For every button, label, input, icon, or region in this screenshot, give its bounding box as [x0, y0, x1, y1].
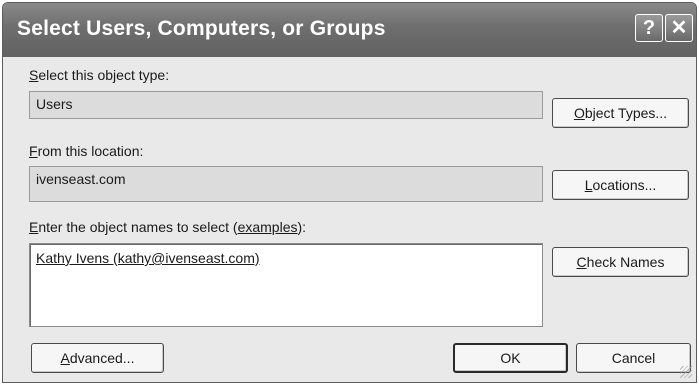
object-type-label: Select this object type:: [29, 67, 170, 83]
object-type-field: Users: [29, 91, 543, 119]
check-names-button[interactable]: Check Names: [552, 247, 689, 277]
locations-button[interactable]: Locations...: [552, 170, 689, 200]
close-button[interactable]: ✕: [665, 14, 693, 42]
close-icon: ✕: [670, 17, 688, 39]
title-bar[interactable]: Select Users, Computers, or Groups ? ✕: [3, 3, 696, 57]
examples-link[interactable]: examples: [238, 219, 298, 235]
cancel-button[interactable]: Cancel: [576, 343, 691, 373]
select-users-dialog: Select Users, Computers, or Groups ? ✕ S…: [2, 2, 697, 383]
object-names-label: Enter the object names to select (exampl…: [29, 219, 307, 235]
object-types-button[interactable]: Object Types...: [552, 98, 689, 128]
advanced-button[interactable]: Advanced...: [31, 343, 164, 373]
location-label: From this location:: [29, 143, 144, 159]
dialog-title: Select Users, Computers, or Groups: [17, 17, 386, 40]
resolved-user-name[interactable]: Kathy Ivens (kathy@ivenseast.com): [36, 250, 260, 266]
help-button[interactable]: ?: [635, 14, 663, 42]
location-field: ivenseast.com: [29, 166, 543, 202]
ok-button[interactable]: OK: [453, 343, 568, 373]
object-names-input[interactable]: Kathy Ivens (kathy@ivenseast.com): [29, 243, 543, 327]
resize-grip[interactable]: [680, 366, 692, 378]
help-icon: ?: [642, 17, 656, 39]
